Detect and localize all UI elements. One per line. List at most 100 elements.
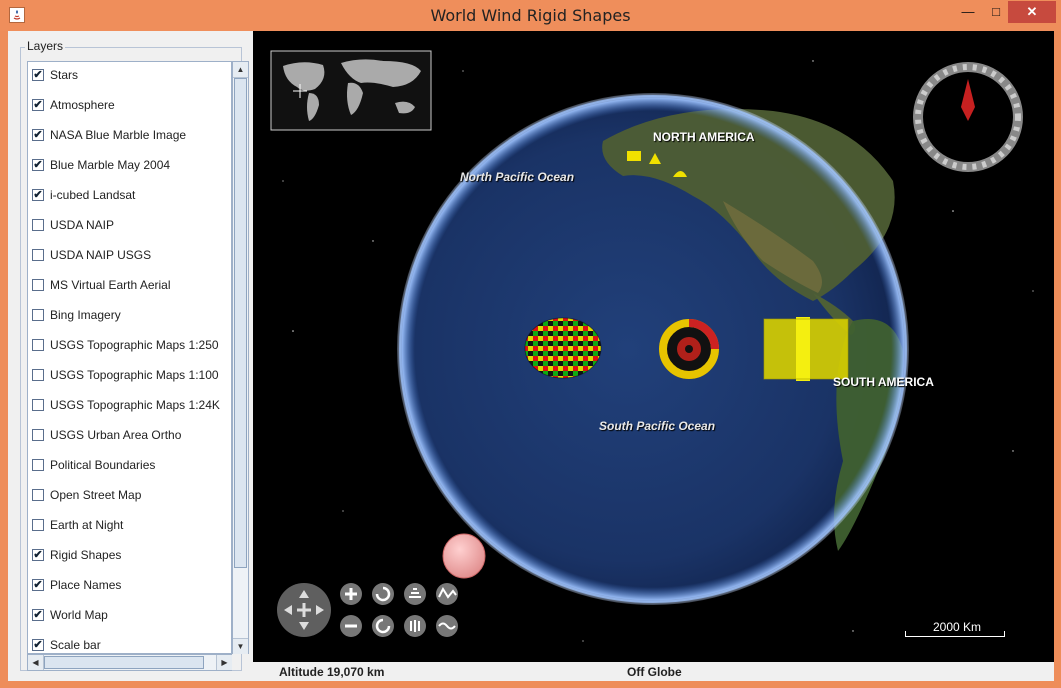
layer-checkbox[interactable] [32,459,44,471]
layer-label: Atmosphere [50,98,115,112]
layers-legend: Layers [25,39,66,53]
layer-checkbox[interactable] [32,369,44,381]
compass-icon [913,62,1023,172]
title-bar[interactable]: World Wind Rigid Shapes — □ ✕ [0,0,1061,31]
vertical-scrollbar[interactable]: ▲ ▼ [232,61,249,654]
layer-checkbox[interactable]: ✔ [32,639,44,651]
rotate-left-icon [372,583,394,605]
layer-label: Rigid Shapes [50,548,122,562]
layer-label: Place Names [50,578,122,592]
layer-checkbox[interactable]: ✔ [32,609,44,621]
layer-checkbox[interactable] [32,279,44,291]
horizontal-scroll-thumb[interactable] [44,656,204,669]
rotate-right-icon [372,615,394,637]
layer-list: ✔ Stars ✔ Atmosphere ✔ NASA Blue Marble Image… [27,61,232,654]
layer-label: USDA NAIP [50,218,115,232]
vertical-exaggeration-down-icon [436,615,458,637]
layer-item[interactable]: USGS Topographic Maps 1:24K [32,396,231,416]
layer-checkbox[interactable]: ✔ [32,69,44,81]
layer-label: USGS Topographic Maps 1:250 [50,338,219,352]
layer-item[interactable]: ✔ NASA Blue Marble Image [32,126,231,146]
label-south-pacific: South Pacific Ocean [599,419,716,433]
scroll-right-icon[interactable]: ▶ [216,655,232,670]
label-north-pacific: North Pacific Ocean [460,170,575,184]
layer-checkbox[interactable]: ✔ [32,159,44,171]
layer-item[interactable]: Political Boundaries [32,456,231,476]
rigid-shape-box [763,317,849,381]
label-south-america: SOUTH AMERICA [833,375,934,389]
layer-checkbox[interactable]: ✔ [32,129,44,141]
layer-item[interactable]: MS Virtual Earth Aerial [32,276,231,296]
layer-item[interactable]: USGS Topographic Maps 1:250 [32,336,231,356]
close-button[interactable]: ✕ [1008,1,1056,23]
layer-label: Blue Marble May 2004 [50,158,171,172]
layer-checkbox[interactable] [32,249,44,261]
layer-checkbox[interactable]: ✔ [32,549,44,561]
scale-bar [905,631,1005,637]
layer-label: Earth at Night [50,518,124,532]
layer-item[interactable]: Bing Imagery [32,306,231,326]
layer-item[interactable]: ✔ Stars [32,66,231,86]
label-north-america: NORTH AMERICA [653,130,755,144]
layer-item[interactable]: USGS Urban Area Ortho [32,426,231,446]
layer-item[interactable]: ✔ World Map [32,606,231,626]
layer-item[interactable]: ✔ Place Names [32,576,231,596]
layer-checkbox[interactable] [32,489,44,501]
layer-checkbox[interactable]: ✔ [32,579,44,591]
layer-item[interactable]: ✔ Blue Marble May 2004 [32,156,231,176]
navigation-controls [277,583,458,637]
window-title: World Wind Rigid Shapes [430,6,631,25]
layer-label: Bing Imagery [50,308,121,322]
layer-label: Scale bar [50,638,101,652]
layer-item[interactable]: USGS Topographic Maps 1:100 [32,366,231,386]
zoom-in-icon [340,583,362,605]
tilt-up-icon [404,583,426,605]
layer-item[interactable]: ✔ Scale bar [32,636,231,653]
layer-label: World Map [50,608,108,622]
layer-label: Political Boundaries [50,458,156,472]
layer-checkbox[interactable] [32,219,44,231]
layer-label: USGS Urban Area Ortho [50,428,182,442]
scroll-left-icon[interactable]: ◀ [28,655,44,670]
status-bar: Altitude 19,070 km Off Globe [253,662,1054,681]
layer-label: USGS Topographic Maps 1:24K [50,398,220,412]
layer-label: Open Street Map [50,488,142,502]
layer-item[interactable]: USDA NAIP [32,216,231,236]
main-content: Layers ✔ Stars ✔ Atmosphere ✔ NASA Blue Marbl… [8,31,1054,681]
layer-checkbox[interactable]: ✔ [32,99,44,111]
globe-viewport[interactable]: NORTH AMERICA SOUTH AMERICA North Pacifi… [253,31,1054,662]
rigid-shape-ellipsoid [442,533,486,579]
tilt-down-icon [404,615,426,637]
layer-label: NASA Blue Marble Image [50,128,187,142]
layer-checkbox[interactable] [32,309,44,321]
layer-item[interactable]: Open Street Map [32,486,231,506]
layer-label: i-cubed Landsat [50,188,136,202]
layer-checkbox[interactable]: ✔ [32,189,44,201]
layers-panel: Layers ✔ Stars ✔ Atmosphere ✔ NASA Blue Marbl… [20,39,249,671]
app-window: World Wind Rigid Shapes — □ ✕ Layers ✔ St… [0,0,1061,688]
horizontal-scrollbar[interactable]: ◀ ▶ [27,654,232,671]
layer-checkbox[interactable] [32,339,44,351]
layer-checkbox[interactable] [32,429,44,441]
layer-item[interactable]: ✔ i-cubed Landsat [32,186,231,206]
pan-control-icon [277,583,331,637]
scroll-up-icon[interactable]: ▲ [233,62,248,78]
vertical-scroll-thumb[interactable] [234,78,247,568]
layer-item[interactable]: ✔ Rigid Shapes [32,546,231,566]
layer-label: USGS Topographic Maps 1:100 [50,368,219,382]
position-readout: Off Globe [627,665,682,679]
globe-canvas[interactable] [253,31,1054,662]
layer-item[interactable]: ✔ Atmosphere [32,96,231,116]
layer-label: MS Virtual Earth Aerial [50,278,171,292]
layer-item[interactable]: USDA NAIP USGS [32,246,231,266]
layer-checkbox[interactable] [32,519,44,531]
scroll-down-icon[interactable]: ▼ [233,638,248,654]
layer-checkbox[interactable] [32,399,44,411]
zoom-out-icon [340,615,362,637]
layer-item[interactable]: Earth at Night [32,516,231,536]
rigid-shape-cylinder [659,319,719,379]
rigid-shape-checker-sphere [524,317,602,379]
vertical-exaggeration-up-icon [436,583,458,605]
layer-label: USDA NAIP USGS [50,248,152,262]
world-map-inset [270,50,432,131]
